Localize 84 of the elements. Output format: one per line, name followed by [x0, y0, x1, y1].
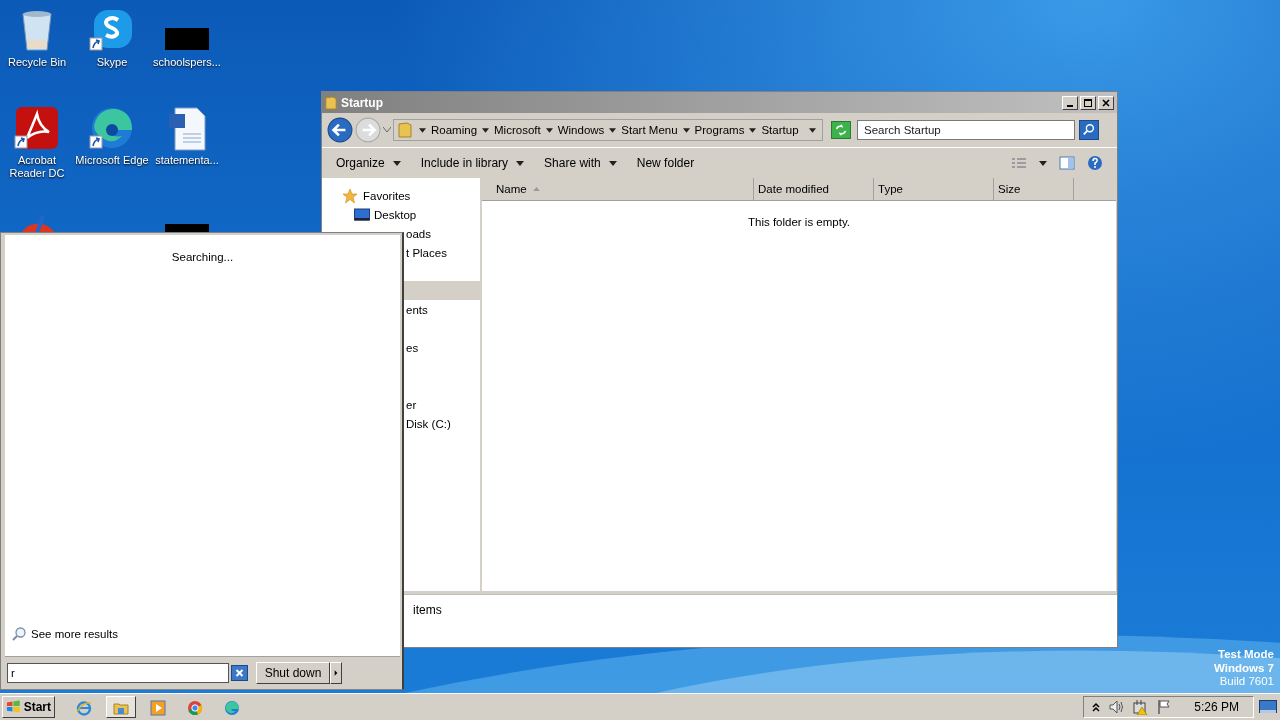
folder-icon[interactable]: [106, 696, 136, 718]
refresh-icon: [833, 123, 849, 137]
caret-icon[interactable]: [682, 127, 690, 133]
star-icon: [342, 187, 358, 204]
icon-label: schoolspers...: [153, 56, 221, 69]
breadcrumb-item[interactable]: Roaming: [431, 124, 478, 136]
column-header[interactable]: Size: [994, 178, 1074, 201]
os-notice-text: Test Mode: [1218, 648, 1274, 662]
close-icon: [1100, 97, 1112, 108]
caret-icon[interactable]: [609, 127, 617, 133]
maximize-button[interactable]: [1080, 95, 1096, 110]
os-notice-text: Windows 7: [1214, 661, 1274, 675]
nav-item[interactable]: er: [406, 398, 417, 411]
search-field[interactable]: r: [7, 663, 229, 683]
minimize-icon: [1067, 104, 1073, 107]
icon-label: Microsoft Edge: [75, 154, 149, 167]
folder-icon: [325, 95, 337, 110]
column-header[interactable]: Date modified: [754, 178, 874, 201]
back-button[interactable]: [327, 117, 353, 143]
caret-icon: [516, 160, 525, 166]
network-warning-icon[interactable]: [1132, 699, 1149, 715]
window-title: Startup: [341, 95, 384, 110]
icon-label: Acrobat Reader DC: [8, 154, 66, 180]
empty-message: This folder is empty.: [746, 216, 851, 228]
shut-down-button[interactable]: Shut down: [256, 662, 330, 684]
breadcrumb-item[interactable]: Start Menu: [621, 124, 678, 136]
speaker-icon[interactable]: [1108, 699, 1125, 715]
caret-icon: [334, 669, 338, 677]
caret-icon: [392, 160, 401, 166]
nav-item[interactable]: ents: [406, 303, 428, 316]
clock[interactable]: 5:26 PM: [1194, 700, 1239, 714]
nav-item[interactable]: Favorites: [363, 189, 411, 202]
search-button[interactable]: [1079, 120, 1099, 140]
minimize-button[interactable]: [1062, 95, 1078, 110]
toolbar-button[interactable]: Include in library: [412, 153, 533, 173]
icon-label: Skype: [96, 56, 128, 69]
caret-icon[interactable]: [1039, 160, 1047, 166]
breadcrumb-item[interactable]: Windows: [557, 124, 605, 136]
flag-icon[interactable]: [1156, 699, 1173, 715]
refresh-button[interactable]: [831, 121, 851, 139]
icon-label: Recycle Bin: [7, 56, 67, 69]
nav-item[interactable]: es: [406, 341, 419, 354]
caret-icon[interactable]: [749, 127, 757, 133]
column-header[interactable]: Type: [874, 178, 994, 201]
caret-icon[interactable]: [419, 127, 426, 133]
monitor-icon: [1259, 699, 1277, 715]
windows-logo-icon: [6, 699, 21, 715]
search-status: Searching...: [171, 251, 234, 263]
clear-search-button[interactable]: [231, 665, 248, 681]
toolbar-button[interactable]: Share with: [536, 153, 625, 173]
see-more-results-link[interactable]: See more results: [31, 628, 118, 640]
start-button[interactable]: Start: [2, 696, 55, 718]
caret-icon: [608, 160, 617, 166]
breadcrumb-item[interactable]: Startup: [761, 124, 799, 136]
sort-arrow-icon: [532, 187, 540, 191]
icon-label: statementa...: [155, 154, 219, 167]
item-count: items: [413, 603, 442, 617]
close-button[interactable]: [1098, 95, 1114, 110]
toolbar-button[interactable]: New folder: [628, 153, 703, 173]
breadcrumb-item[interactable]: Programs: [694, 124, 745, 136]
caret-icon[interactable]: [809, 127, 816, 133]
monitor-icon: [354, 206, 370, 223]
maximize-icon: [1082, 97, 1094, 108]
chevron-up-icon[interactable]: [1092, 702, 1101, 712]
caret-icon[interactable]: [545, 127, 553, 133]
column-header[interactable]: Name: [482, 178, 754, 201]
help-icon[interactable]: [1087, 155, 1103, 171]
caret-icon[interactable]: [482, 127, 490, 133]
search-icon: [11, 626, 27, 642]
history-dropdown-icon[interactable]: [383, 127, 391, 133]
nav-item[interactable]: t Places: [406, 246, 447, 259]
folder-icon: [398, 122, 412, 138]
breadcrumb-item[interactable]: Microsoft: [494, 124, 541, 136]
nav-item[interactable]: Desktop: [374, 208, 417, 221]
pdf-app-icon[interactable]: [13, 104, 61, 152]
close-icon: [234, 668, 245, 678]
search-icon: [1082, 123, 1096, 137]
os-notice-text: Build 7601: [1219, 675, 1274, 689]
nav-item[interactable]: oads: [406, 227, 431, 240]
nav-item[interactable]: Disk (C:): [406, 417, 451, 430]
toolbar-button[interactable]: Organize: [328, 153, 409, 173]
address-bar[interactable]: Roaming Microsoft Windows Start Menu Programs Startup: [393, 119, 823, 141]
shut-down-options-button[interactable]: [330, 662, 342, 684]
search-field[interactable]: Search Startup: [857, 120, 1075, 140]
